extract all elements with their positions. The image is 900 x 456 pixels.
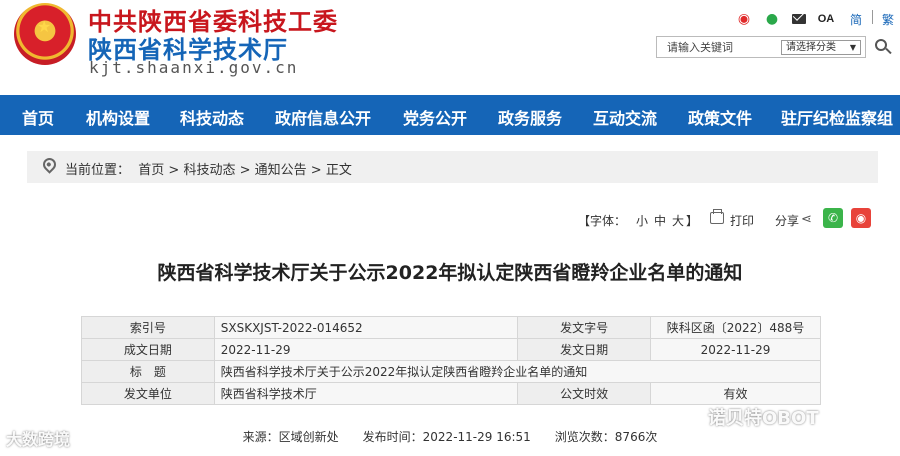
meta-label: 发文日期 [517, 338, 652, 361]
page-root: ★ 中共陕西省委科技工委 陕西省科学技术厅 kjt.shaanxi.gov.cn… [0, 0, 900, 456]
share-weibo-button[interactable]: ◉ [851, 208, 871, 228]
nav-item-services[interactable]: 政务服务 [498, 105, 562, 129]
meta-label: 索引号 [81, 316, 215, 339]
font-small-button[interactable]: 小 [636, 212, 648, 230]
site-header: ★ 中共陕西省委科技工委 陕西省科学技术厅 kjt.shaanxi.gov.cn… [0, 0, 900, 95]
font-medium-button[interactable]: 中 [654, 212, 666, 230]
nav-item-discipline[interactable]: 驻厅纪检监察组 [781, 105, 893, 129]
breadcrumb-home[interactable]: 首页 [138, 163, 164, 178]
breadcrumb-text: 当前位置： 首页 > 科技动态 > 通知公告 > 正文 [65, 163, 352, 178]
watermark-right: 诺贝特OBOT [708, 408, 819, 429]
table-row: 标 题 陕西省科学技术厅关于公示2022年拟认定陕西省瞪羚企业名单的通知 [81, 360, 822, 383]
category-select[interactable]: 请选择分类 ▼ [781, 40, 861, 55]
search-button[interactable] [872, 37, 894, 57]
top-links: ◉ ● OA [736, 11, 834, 27]
meta-value: 陕科区函〔2022〕488号 [650, 316, 821, 339]
mail-icon[interactable] [792, 14, 806, 24]
breadcrumb-news[interactable]: 科技动态 [183, 163, 235, 178]
meta-value: 陕西省科学技术厅 [213, 382, 519, 405]
main-nav: 首页 机构设置 科技动态 政府信息公开 党务公开 政务服务 互动交流 政策文件 … [0, 95, 900, 135]
share-label: 分享 [775, 214, 800, 228]
meta-label: 标 题 [81, 360, 215, 383]
meta-value: 2022-11-29 [650, 338, 821, 361]
breadcrumb: 当前位置： 首页 > 科技动态 > 通知公告 > 正文 [27, 151, 878, 183]
font-size-label: 【字体： [578, 214, 627, 228]
nav-item-policies[interactable]: 政策文件 [688, 105, 752, 129]
table-row: 发文单位 陕西省科学技术厅 公文时效 有效 [81, 382, 821, 405]
simplified-chinese-link[interactable]: 简 [850, 11, 862, 28]
meta-label: 发文字号 [517, 316, 652, 339]
meta-value: 2022-11-29 [213, 338, 519, 361]
article-title: 陕西省科学技术厅关于公示2022年拟认定陕西省瞪羚企业名单的通知 [157, 262, 743, 284]
share-icon: ⋖ [801, 212, 812, 227]
font-large-button[interactable]: 大 [672, 212, 684, 230]
lang-divider [872, 10, 873, 24]
table-row: 索引号 SXSKXJST-2022-014652 发文字号 陕科区函〔2022〕… [81, 316, 821, 339]
meta-value: 有效 [650, 382, 821, 405]
print-button[interactable]: 打印 [730, 212, 754, 230]
nav-item-gov-info[interactable]: 政府信息公开 [275, 105, 371, 129]
breadcrumb-notices[interactable]: 通知公告 [255, 163, 307, 178]
category-select-label: 请选择分类 [786, 42, 836, 53]
meta-label: 成文日期 [81, 338, 215, 361]
article-meta-table: 索引号 SXSKXJST-2022-014652 发文字号 陕科区函〔2022〕… [81, 316, 822, 405]
oa-link[interactable]: OA [818, 12, 835, 26]
search-input[interactable] [667, 40, 777, 55]
national-emblem-icon: ★ [14, 3, 76, 65]
wechat-icon[interactable]: ● [764, 11, 780, 27]
print-icon[interactable] [710, 209, 724, 224]
article-source-line: 来源：区域创新处 发布时间：2022-11-29 16:51 浏览次数：8766… [242, 430, 658, 444]
table-row: 成文日期 2022-11-29 发文日期 2022-11-29 [81, 338, 821, 361]
nav-item-interaction[interactable]: 互动交流 [593, 105, 657, 129]
watermark-left: 大数跨境 [6, 430, 71, 449]
nav-item-organization[interactable]: 机构设置 [86, 105, 150, 129]
breadcrumb-prefix: 当前位置： [65, 163, 131, 178]
meta-label: 公文时效 [517, 382, 652, 405]
search-box: 请选择分类 ▼ [656, 36, 866, 58]
meta-label: 发文单位 [81, 382, 215, 405]
font-size-close: 】 [686, 214, 699, 228]
traditional-chinese-link[interactable]: 繁 [882, 11, 894, 28]
nav-item-home[interactable]: 首页 [22, 105, 54, 129]
meta-value: 陕西省科学技术厅关于公示2022年拟认定陕西省瞪羚企业名单的通知 [213, 360, 822, 383]
location-pin-icon [40, 155, 59, 174]
share-wechat-button[interactable]: ✆ [823, 208, 843, 228]
breadcrumb-current: 正文 [325, 163, 352, 178]
nav-item-party-affairs[interactable]: 党务公开 [403, 105, 467, 129]
weibo-icon[interactable]: ◉ [736, 11, 752, 27]
site-domain: kjt.shaanxi.gov.cn [89, 58, 299, 77]
meta-value: SXSKXJST-2022-014652 [213, 316, 519, 339]
nav-item-news[interactable]: 科技动态 [180, 105, 244, 129]
chevron-down-icon: ▼ [849, 43, 856, 52]
